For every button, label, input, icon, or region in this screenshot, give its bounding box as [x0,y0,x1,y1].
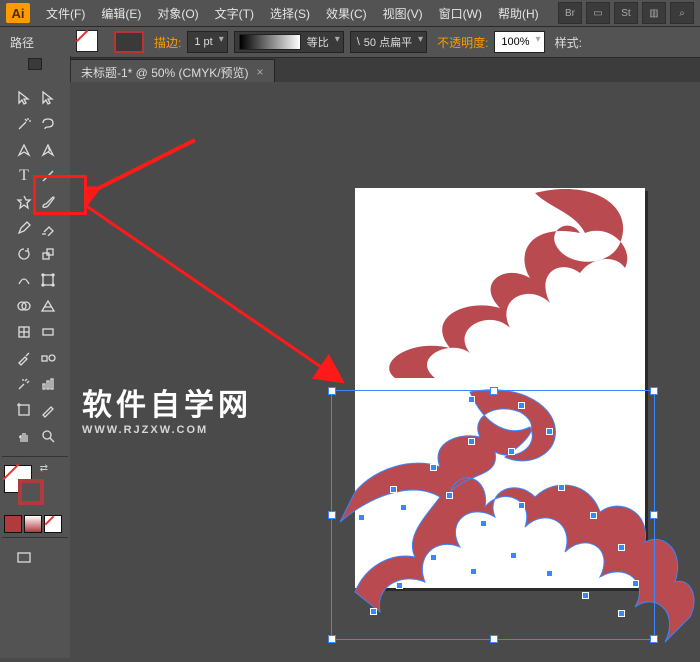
fill-stroke-indicator[interactable] [76,30,108,54]
opacity-dropdown[interactable]: 100% [494,31,544,53]
artboard-tool[interactable] [12,398,36,422]
ribbon-top [355,188,645,388]
tools-panel: T ⇄ [0,56,71,658]
bridge-icon[interactable]: Br [558,2,582,24]
stroke-swatch[interactable] [114,31,144,53]
type-tool[interactable]: T [12,164,36,188]
document-tab-strip: 未标题-1* @ 50% (CMYK/预览) × [0,58,700,85]
collapse-toolbar-icon[interactable] [28,58,42,70]
pen-tool[interactable] [12,138,36,162]
slice-tool[interactable] [36,398,60,422]
selection-handle-s[interactable] [490,635,498,643]
color-mode-swatches [0,515,70,533]
mesh-tool[interactable] [12,320,36,344]
rotate-tool[interactable] [12,242,36,266]
control-bar: 路径 描边: 1 pt 等比 \ 50 点扁平 不透明度: 100% 样式: [0,27,700,58]
stroke-label: 描边: [154,34,181,51]
paintbrush-tool[interactable] [36,190,60,214]
profile-preview [239,34,301,50]
menu-effect[interactable]: 效果(C) [318,0,375,26]
stroke-color-swatch[interactable] [18,479,44,505]
free-transform-tool[interactable] [36,268,60,292]
app-logo: Ai [6,3,30,23]
graph-tool[interactable] [36,372,60,396]
canvas-area[interactable]: 软件自学网 WWW.RJZXW.COM [70,82,700,658]
selection-bounding-box[interactable] [331,390,655,640]
selection-handle-se[interactable] [650,635,658,643]
selection-handle-ne[interactable] [650,387,658,395]
stroke-weight-value: 1 pt [194,36,212,48]
selection-handle-sw[interactable] [328,635,336,643]
gradient-tool[interactable] [36,320,60,344]
curvature-tool[interactable] [36,138,60,162]
stroke-profile-dropdown[interactable]: 等比 [234,31,344,53]
stock-icon[interactable]: ▥ [642,2,666,24]
direct-selection-tool[interactable] [36,86,60,110]
eyedropper-tool[interactable] [12,346,36,370]
document-title: 未标题-1* @ 50% (CMYK/预览) [81,64,249,81]
selection-handle-w[interactable] [328,511,336,519]
menubar-right: Br ▭ St ▥ ⌕ [558,2,694,24]
zoom-tool[interactable] [36,424,60,448]
search-icon[interactable]: ⌕ [670,2,694,24]
width-tool[interactable] [12,268,36,292]
hand-tool[interactable] [12,424,36,448]
watermark: 软件自学网 WWW.RJZXW.COM [82,380,252,436]
menu-help[interactable]: 帮助(H) [490,0,547,26]
arrange-icon[interactable]: St [614,2,638,24]
symbol-sprayer-tool[interactable] [12,372,36,396]
selection-handle-e[interactable] [650,511,658,519]
brush-preset-dropdown[interactable]: \ 50 点扁平 [350,31,427,53]
panel-label: 路径 [10,34,34,51]
document-tab[interactable]: 未标题-1* @ 50% (CMYK/预览) × [70,59,275,84]
eraser-tool[interactable] [36,216,60,240]
scale-tool[interactable] [36,242,60,266]
color-mode-none[interactable] [44,515,62,533]
menu-bar: Ai 文件(F) 编辑(E) 对象(O) 文字(T) 选择(S) 效果(C) 视… [0,0,700,27]
opacity-label: 不透明度: [437,34,488,51]
color-mode-gradient[interactable] [24,515,42,533]
color-mode-color[interactable] [4,515,22,533]
screen-mode-tool[interactable] [12,546,36,570]
opacity-value: 100% [501,36,529,48]
swap-fill-stroke-icon[interactable]: ⇄ [40,463,48,474]
watermark-sub: WWW.RJZXW.COM [82,424,252,436]
menu-select[interactable]: 选择(S) [262,0,318,26]
menu-file[interactable]: 文件(F) [38,0,93,26]
layout-icon[interactable]: ▭ [586,2,610,24]
shape-tool[interactable] [12,190,36,214]
shape-builder-tool[interactable] [12,294,36,318]
pencil-tool[interactable] [12,216,36,240]
fill-stroke-picker[interactable]: ⇄ [4,465,46,507]
profile-label: 等比 [307,34,329,50]
menu-view[interactable]: 视图(V) [375,0,431,26]
selection-tool[interactable] [12,86,36,110]
menu-edit[interactable]: 编辑(E) [93,0,149,26]
selection-handle-n[interactable] [490,387,498,395]
brush-preset-value: 50 点扁平 [364,34,412,50]
menu-window[interactable]: 窗口(W) [431,0,490,26]
close-tab-icon[interactable]: × [257,65,264,79]
watermark-main: 软件自学网 [82,380,252,424]
perspective-tool[interactable] [36,294,60,318]
lasso-tool[interactable] [36,112,60,136]
draw-mode-tool[interactable] [36,546,60,570]
style-label: 样式: [555,34,582,51]
menu-object[interactable]: 对象(O) [149,0,206,26]
magic-wand-tool[interactable] [12,112,36,136]
blend-tool[interactable] [36,346,60,370]
line-tool[interactable] [36,164,60,188]
selection-handle-nw[interactable] [328,387,336,395]
menu-type[interactable]: 文字(T) [207,0,262,26]
stroke-weight-dropdown[interactable]: 1 pt [187,31,227,53]
